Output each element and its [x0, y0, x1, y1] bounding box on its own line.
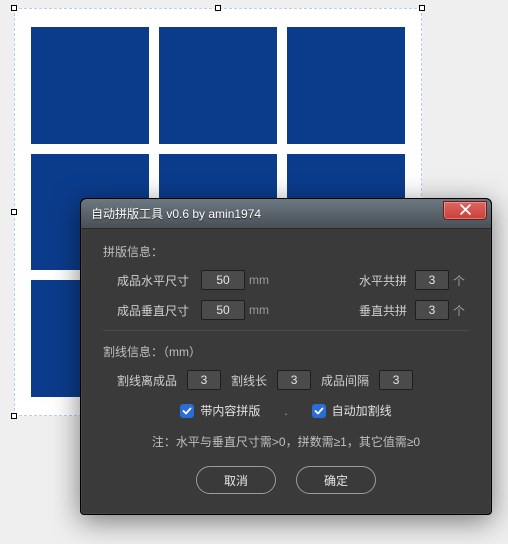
titlebar[interactable]: 自动拼版工具 v0.6 by amin1974: [81, 199, 491, 229]
divider: [103, 330, 469, 331]
cut-gap-input[interactable]: [187, 370, 221, 390]
checkbox-label: 自动加割线: [332, 402, 392, 419]
unit-count: 个: [453, 272, 465, 289]
checkbox-label: 带内容拼版: [200, 402, 260, 419]
hcount-input[interactable]: [415, 270, 449, 290]
section-title: 割线信息：（mm）: [103, 343, 469, 360]
cut-len-label: 割线长: [231, 372, 267, 389]
checkbox-row: 带内容拼版 . 自动加割线: [103, 402, 469, 419]
cut-gap-label: 割线离成品: [117, 372, 177, 389]
width-input[interactable]: [201, 270, 245, 290]
note-text: 注：水平与垂直尺寸需>0，拼数需≥1，其它值需≥0: [103, 433, 469, 450]
button-row: 取消 确定: [103, 466, 469, 494]
checkbox-icon: [312, 404, 326, 418]
unit-mm: mm: [249, 303, 269, 317]
dialog-title: 自动拼版工具 v0.6 by amin1974: [91, 205, 443, 222]
resize-handle-tr[interactable]: [419, 5, 425, 11]
close-icon: [460, 204, 471, 218]
section-cutline-info: 割线信息：（mm） 割线离成品 割线长 成品间隔: [103, 343, 469, 390]
prod-gap-label: 成品间隔: [321, 372, 369, 389]
checkbox-with-content[interactable]: 带内容拼版: [180, 402, 260, 419]
checkbox-auto-cutline[interactable]: 自动加割线: [312, 402, 392, 419]
height-label: 成品垂直尺寸: [117, 302, 201, 319]
width-label: 成品水平尺寸: [117, 272, 201, 289]
hcount-label: 水平共拼: [359, 272, 415, 289]
resize-handle-t[interactable]: [215, 5, 221, 11]
grid-cell: [31, 27, 149, 144]
checkbox-icon: [180, 404, 194, 418]
resize-handle-l[interactable]: [11, 209, 17, 215]
resize-handle-tl[interactable]: [11, 5, 17, 11]
section-title: 拼版信息：: [103, 243, 469, 260]
cut-len-input[interactable]: [277, 370, 311, 390]
close-button[interactable]: [443, 201, 487, 220]
height-input[interactable]: [201, 300, 245, 320]
ok-button[interactable]: 确定: [296, 466, 376, 494]
unit-mm: mm: [249, 273, 269, 287]
dialog: 自动拼版工具 v0.6 by amin1974 拼版信息： 成品水平尺寸 mm …: [80, 198, 492, 515]
cancel-button[interactable]: 取消: [196, 466, 276, 494]
grid-cell: [287, 27, 405, 144]
grid-cell: [159, 27, 277, 144]
unit-count: 个: [453, 302, 465, 319]
section-layout-info: 拼版信息： 成品水平尺寸 mm 水平共拼 个 成品垂直尺寸 mm 垂直共拼 个: [103, 243, 469, 320]
prod-gap-input[interactable]: [379, 370, 413, 390]
vcount-label: 垂直共拼: [359, 302, 415, 319]
vcount-input[interactable]: [415, 300, 449, 320]
separator-dot: .: [284, 404, 287, 418]
resize-handle-bl[interactable]: [11, 413, 17, 419]
